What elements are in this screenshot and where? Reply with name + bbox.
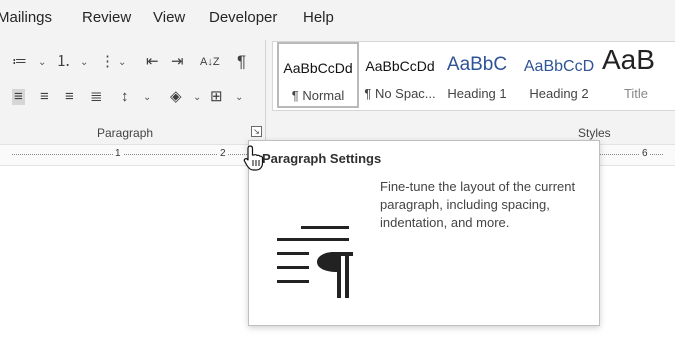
style-sample: AaBbC xyxy=(446,54,508,75)
chevron-down-icon[interactable]: ⌄ xyxy=(38,57,46,68)
style-title[interactable]: AaB Title xyxy=(598,42,674,108)
chevron-down-icon[interactable]: ⌄ xyxy=(235,92,243,103)
numbering-icon[interactable]: ⒈ xyxy=(56,54,71,70)
group-divider xyxy=(265,40,266,140)
chevron-down-icon[interactable]: ⌄ xyxy=(193,92,201,103)
tab-mailings[interactable]: Mailings xyxy=(0,9,52,26)
ruler-number: 2 xyxy=(218,148,228,159)
tab-help[interactable]: Help xyxy=(303,9,334,26)
style-name: Heading 2 xyxy=(529,86,589,101)
borders-icon[interactable]: ⊞ xyxy=(210,89,223,105)
styles-group-label: Styles xyxy=(578,126,611,140)
tooltip-description: Fine-tune the layout of the current para… xyxy=(380,179,576,230)
sort-icon[interactable]: A↓Z xyxy=(200,54,220,70)
bullets-icon[interactable]: ≔ xyxy=(12,54,27,70)
paragraph-settings-tooltip: Paragraph Settings Fine-tune the layout … xyxy=(248,140,600,326)
style-sample: AaBbCcDd xyxy=(283,60,353,76)
align-center-icon[interactable]: ≡ xyxy=(40,89,49,105)
style-no-spacing[interactable]: AaBbCcDd ¶ No Spac... xyxy=(359,42,441,108)
style-name: Title xyxy=(623,86,649,101)
chevron-down-icon[interactable]: ⌄ xyxy=(118,57,126,68)
line-spacing-icon[interactable]: ↕ xyxy=(121,89,129,105)
tab-review[interactable]: Review xyxy=(82,9,131,26)
style-name: ¶ Normal xyxy=(291,88,345,103)
shading-icon[interactable]: ◈ xyxy=(170,89,182,105)
style-heading-2[interactable]: AaBbCcD Heading 2 xyxy=(518,42,600,108)
align-right-icon[interactable]: ≡ xyxy=(65,89,74,105)
paragraph-dialog-launcher[interactable]: ↘ xyxy=(251,126,262,137)
style-sample: AaBbCcDd xyxy=(365,58,435,74)
ruler-number: 6 xyxy=(640,148,650,159)
tooltip-title: Paragraph Settings xyxy=(262,151,382,166)
style-normal[interactable]: AaBbCcDd ¶ Normal xyxy=(277,42,359,108)
style-heading-1[interactable]: AaBbC Heading 1 xyxy=(438,42,516,108)
paragraph-group-label: Paragraph xyxy=(97,126,154,140)
hand-cursor-icon xyxy=(243,145,264,171)
increase-indent-icon[interactable]: ⇥ xyxy=(171,54,184,70)
justify-icon[interactable]: ≣ xyxy=(90,89,103,105)
show-marks-icon[interactable]: ¶ xyxy=(237,53,246,70)
style-name: Heading 1 xyxy=(447,86,507,101)
chevron-down-icon[interactable]: ⌄ xyxy=(143,92,151,103)
ribbon-tab-bar: Mailings Review View Developer Help xyxy=(0,0,675,34)
decrease-indent-icon[interactable]: ⇤ xyxy=(146,54,159,70)
tab-view[interactable]: View xyxy=(153,9,185,26)
style-sample: AaB xyxy=(602,44,655,75)
chevron-down-icon[interactable]: ⌄ xyxy=(80,57,88,68)
style-sample: AaBbCcD xyxy=(523,58,595,75)
ruler-number: 1 xyxy=(113,148,123,159)
style-name: ¶ No Spac... xyxy=(364,86,436,101)
paragraph-settings-icon xyxy=(277,226,353,298)
multilevel-list-icon[interactable]: ⋮ xyxy=(100,54,115,70)
align-left-icon[interactable]: ≡ xyxy=(12,89,25,105)
styles-gallery: AaBbCcDd ¶ Normal AaBbCcDd ¶ No Spac... … xyxy=(272,41,675,111)
tab-developer[interactable]: Developer xyxy=(209,9,277,26)
